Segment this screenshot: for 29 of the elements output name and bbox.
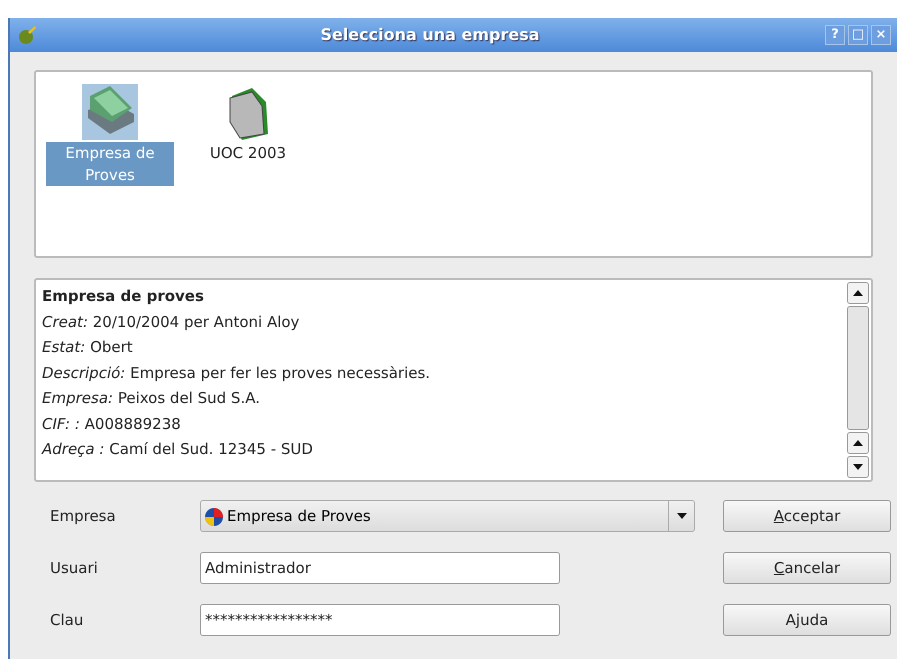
field-label: Clau: [50, 610, 84, 631]
scroll-up-button[interactable]: [847, 282, 869, 304]
detail-line: Adreça : Camí del Sud. 12345 - SUD: [42, 439, 314, 460]
scroll-thumb[interactable]: [847, 306, 869, 430]
company-dropdown[interactable]: Empresa de Proves: [200, 500, 695, 532]
detail-line: Estat: Obert: [42, 337, 134, 358]
detail-line: Creat: 20/10/2004 per Antoni Aloy: [42, 312, 300, 332]
company-icon: [203, 505, 225, 527]
scroll-down-button[interactable]: [847, 456, 869, 478]
detail-line: Descripció: Empresa per fer les proves necessàries.: [42, 362, 432, 384]
detail-line: CIF: : A008889238: [42, 414, 182, 434]
username-field[interactable]: Administrador: [200, 552, 560, 584]
app-icon: [16, 24, 38, 46]
down-arrow-icon: [853, 464, 863, 470]
details-title: Empresa de proves: [42, 286, 205, 307]
up-arrow-icon: [853, 440, 863, 446]
scroll-up-button[interactable]: [847, 432, 869, 454]
window-title: Selecciona una empresa: [319, 24, 541, 46]
field-label: Empresa: [50, 506, 117, 527]
database-icon: [80, 82, 140, 142]
cancel-button[interactable]: Cancelar: [723, 552, 891, 584]
detail-line: Empresa: Peixos del Sud S.A.: [42, 388, 261, 409]
caret-icon: [676, 513, 686, 519]
accept-button[interactable]: Acceptar: [723, 500, 891, 532]
company-label[interactable]: UOC 2003: [208, 142, 288, 164]
field-label: Usuari: [50, 558, 99, 579]
password-field[interactable]: *****************: [200, 604, 560, 636]
up-arrow-icon: [853, 290, 863, 296]
help-button[interactable]: Ajuda: [723, 604, 891, 636]
